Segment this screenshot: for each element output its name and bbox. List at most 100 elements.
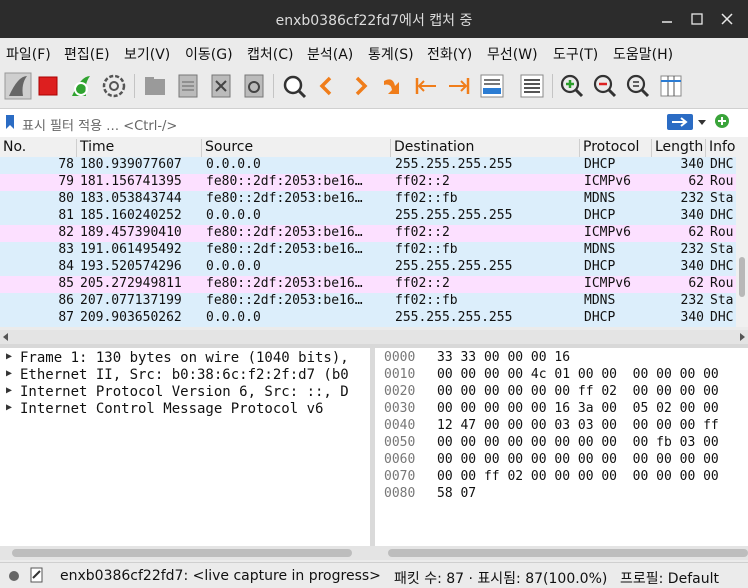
packet-row[interactable]: 86 207.077137199 fe80::2df:2053:be16… ff02:…	[0, 293, 736, 310]
filter-dropdown-icon[interactable]	[697, 119, 707, 127]
resize-columns-icon[interactable]	[657, 72, 685, 100]
byte-row[interactable]: 0040 12 47 00 00 00 03 03 00 00 00 00 ff	[375, 418, 748, 435]
apply-filter-arrow-icon[interactable]	[667, 113, 693, 131]
byte-row[interactable]: 0000 33 33 00 00 00 16 b0 38 6c f2 2f d7	[375, 350, 748, 367]
go-back-icon[interactable]	[313, 72, 341, 100]
packet-list-scrollbar[interactable]	[736, 157, 748, 327]
packet-info: Sta	[710, 293, 734, 308]
byte-row[interactable]: 0070 00 00 ff 02 00 00 00 00 00 00 00 00	[375, 469, 748, 486]
title-bar: enxb0386cf22fd7에서 캡처 중	[0, 0, 748, 38]
menu-wireless[interactable]: 무선(W)	[487, 44, 538, 64]
menu-help[interactable]: 도움말(H)	[613, 44, 673, 64]
packet-list-hscrollbar[interactable]	[0, 330, 748, 344]
scroll-left-icon[interactable]	[2, 333, 10, 341]
packet-info: DHC	[710, 259, 734, 274]
byte-row[interactable]: 0080 58 07	[375, 486, 748, 503]
byte-hex: 00 00 00 00 4c 01 00 00 00 00 00 00	[437, 367, 719, 382]
scroll-right-icon[interactable]	[738, 333, 746, 341]
display-filter-input[interactable]: 표시 필터 적용 … <Ctrl-/>	[22, 115, 177, 134]
save-file-icon[interactable]	[174, 72, 202, 100]
packet-row[interactable]: 83 191.061495492 fe80::2df:2053:be16… ff02:…	[0, 242, 736, 259]
first-packet-icon[interactable]	[412, 72, 440, 100]
packet-destination: 255.255.255.255	[395, 157, 513, 172]
column-no[interactable]: No.	[0, 139, 26, 157]
packet-list[interactable]: 78 180.939077607 0.0.0.0 255.255.255.255 DHC…	[0, 157, 736, 327]
zoom-out-icon[interactable]	[591, 72, 619, 100]
packet-bytes-pane[interactable]: 0000 33 33 00 00 00 16 b0 38 6c f2 2f d7 0…	[375, 348, 748, 546]
normal-size-icon[interactable]	[624, 72, 652, 100]
packet-destination: 255.255.255.255	[395, 259, 513, 274]
byte-row[interactable]: 0010 00 00 00 00 4c 01 00 00 00 00 00 00	[375, 367, 748, 384]
menu-analyze[interactable]: 분석(A)	[307, 44, 353, 64]
packet-row[interactable]: 80 183.053843744 fe80::2df:2053:be16… ff02:…	[0, 191, 736, 208]
column-source[interactable]: Source	[201, 139, 253, 157]
byte-row[interactable]: 0060 00 00 00 00 00 00 00 00 00 00 00 00	[375, 452, 748, 469]
packet-protocol: MDNS	[584, 242, 616, 257]
edit-comment-icon[interactable]	[30, 567, 44, 583]
menu-edit[interactable]: 편집(E)	[64, 44, 110, 64]
go-forward-icon[interactable]	[346, 72, 374, 100]
bottom-hscrollbar[interactable]	[0, 546, 748, 560]
toolbar-separator	[134, 74, 135, 98]
byte-row[interactable]: 0050 00 00 00 00 00 00 00 00 00 fb 03 00	[375, 435, 748, 452]
column-info[interactable]: Info	[705, 139, 736, 157]
byte-hex: 00 00 00 00 00 00 00 00 00 00 00 00	[437, 452, 719, 467]
bytes-scrollbar-thumb[interactable]	[388, 549, 748, 557]
go-to-packet-icon[interactable]	[379, 72, 407, 100]
menu-telephony[interactable]: 전화(Y)	[427, 44, 472, 64]
expand-arrow-icon[interactable]: ▶	[6, 385, 12, 396]
menu-file[interactable]: 파일(F)	[6, 44, 51, 64]
column-protocol[interactable]: Protocol	[579, 139, 639, 157]
expand-arrow-icon[interactable]: ▶	[6, 351, 12, 362]
menu-go[interactable]: 이동(G)	[185, 44, 233, 64]
shark-fin-start-icon[interactable]	[4, 72, 32, 100]
menu-view[interactable]: 보기(V)	[124, 44, 170, 64]
stop-capture-icon[interactable]	[34, 72, 62, 100]
restart-capture-icon[interactable]	[67, 72, 95, 100]
packet-details-pane[interactable]: ▶ Frame 1: 130 bytes on wire (1040 bits)…	[0, 348, 370, 546]
packet-row[interactable]: 79 181.156741395 fe80::2df:2053:be16… ff02:…	[0, 174, 736, 191]
detail-row-ethernet[interactable]: ▶ Ethernet II, Src: b0:38:6c:f2:2f:d7 (b…	[0, 367, 370, 384]
byte-row[interactable]: 0020 00 00 00 00 00 00 ff 02 00 00 00 00	[375, 384, 748, 401]
find-packet-icon[interactable]	[280, 72, 308, 100]
details-scrollbar-thumb[interactable]	[12, 549, 352, 557]
expand-arrow-icon[interactable]: ▶	[6, 368, 12, 379]
packet-row[interactable]: 78 180.939077607 0.0.0.0 255.255.255.255 DHC…	[0, 157, 736, 174]
packet-row[interactable]: 82 189.457390410 fe80::2df:2053:be16… ff02:…	[0, 225, 736, 242]
detail-row-icmpv6[interactable]: ▶ Internet Control Message Protocol v6	[0, 401, 370, 418]
bookmark-icon[interactable]	[5, 114, 15, 130]
menu-tools[interactable]: 도구(T)	[553, 44, 598, 64]
byte-row[interactable]: 0030 00 00 00 00 00 16 3a 00 05 02 00 00	[375, 401, 748, 418]
display-filter-bar[interactable]: 표시 필터 적용 … <Ctrl-/>	[0, 108, 748, 138]
detail-row-ipv6[interactable]: ▶ Internet Protocol Version 6, Src: ::, …	[0, 384, 370, 401]
menu-capture[interactable]: 캡처(C)	[247, 44, 293, 64]
column-destination[interactable]: Destination	[390, 139, 474, 157]
column-time[interactable]: Time	[76, 139, 114, 157]
packet-source: fe80::2df:2053:be16…	[206, 191, 363, 206]
maximize-icon[interactable]	[686, 8, 708, 30]
add-filter-button-icon[interactable]	[714, 113, 730, 129]
packet-source: fe80::2df:2053:be16…	[206, 276, 363, 291]
scrollbar-thumb[interactable]	[739, 257, 745, 297]
packet-row[interactable]: 84 193.520574296 0.0.0.0 255.255.255.255 DHC…	[0, 259, 736, 276]
close-file-icon[interactable]	[207, 72, 235, 100]
packet-row[interactable]: 87 209.903650262 0.0.0.0 255.255.255.255 DHC…	[0, 310, 736, 327]
expand-arrow-icon[interactable]: ▶	[6, 402, 12, 413]
zoom-in-icon[interactable]	[558, 72, 586, 100]
capture-options-gear-icon[interactable]	[100, 72, 128, 100]
packet-row[interactable]: 81 185.160240252 0.0.0.0 255.255.255.255 DHC…	[0, 208, 736, 225]
close-icon[interactable]	[716, 8, 738, 30]
last-packet-icon[interactable]	[445, 72, 473, 100]
column-length[interactable]: Length	[651, 139, 703, 157]
colorize-icon[interactable]	[518, 72, 546, 100]
reload-file-icon[interactable]	[240, 72, 268, 100]
minimize-icon[interactable]	[656, 8, 678, 30]
packet-info: DHC	[710, 310, 734, 325]
open-file-icon[interactable]	[141, 72, 169, 100]
packet-time: 207.077137199	[80, 293, 182, 308]
profile-text[interactable]: 프로필: Default	[620, 568, 719, 588]
detail-row-frame[interactable]: ▶ Frame 1: 130 bytes on wire (1040 bits)…	[0, 350, 370, 367]
menu-statistics[interactable]: 통계(S)	[368, 44, 414, 64]
packet-row[interactable]: 85 205.272949811 fe80::2df:2053:be16… ff02:…	[0, 276, 736, 293]
auto-scroll-icon[interactable]	[478, 72, 506, 100]
